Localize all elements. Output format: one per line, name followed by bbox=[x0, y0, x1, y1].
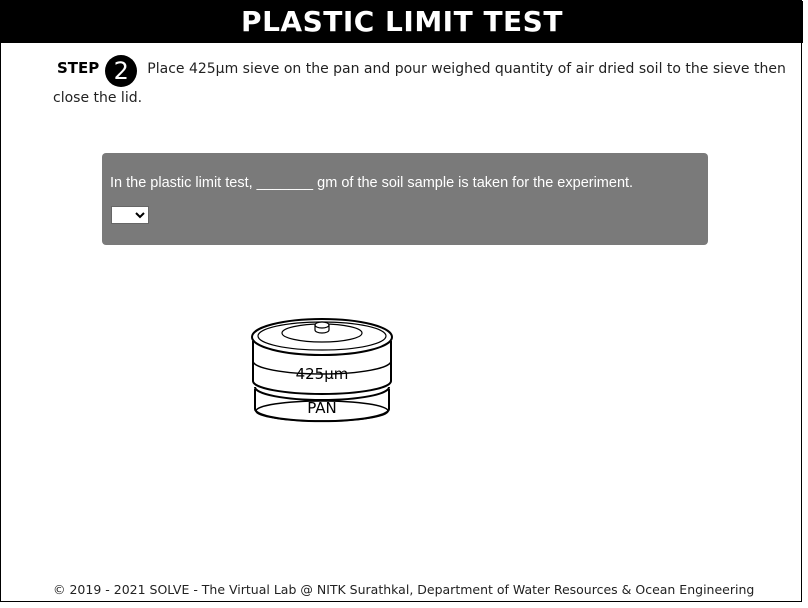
sieve-pan-diagram: 425μm PAN bbox=[251, 318, 393, 423]
step-instruction-text: Place 425μm sieve on the pan and pour we… bbox=[53, 61, 786, 106]
pan-label: PAN bbox=[307, 399, 337, 417]
page-title: PLASTIC LIMIT TEST bbox=[1, 1, 803, 43]
step-label: STEP bbox=[57, 59, 100, 77]
question-text: In the plastic limit test, _______ gm of… bbox=[110, 175, 634, 191]
step-instruction: STEP 2 Place 425μm sieve on the pan and po… bbox=[53, 55, 798, 109]
sieve-size-label: 425μm bbox=[296, 365, 349, 383]
step-number-badge: 2 bbox=[105, 55, 138, 87]
answer-dropdown[interactable] bbox=[111, 206, 149, 224]
footer-copyright: © 2019 - 2021 SOLVE - The Virtual Lab @ … bbox=[53, 582, 755, 597]
question-panel: In the plastic limit test, _______ gm of… bbox=[102, 153, 708, 245]
lid bbox=[251, 318, 393, 356]
page-frame: PLASTIC LIMIT TEST STEP 2 Place 425μm siev… bbox=[0, 0, 803, 602]
